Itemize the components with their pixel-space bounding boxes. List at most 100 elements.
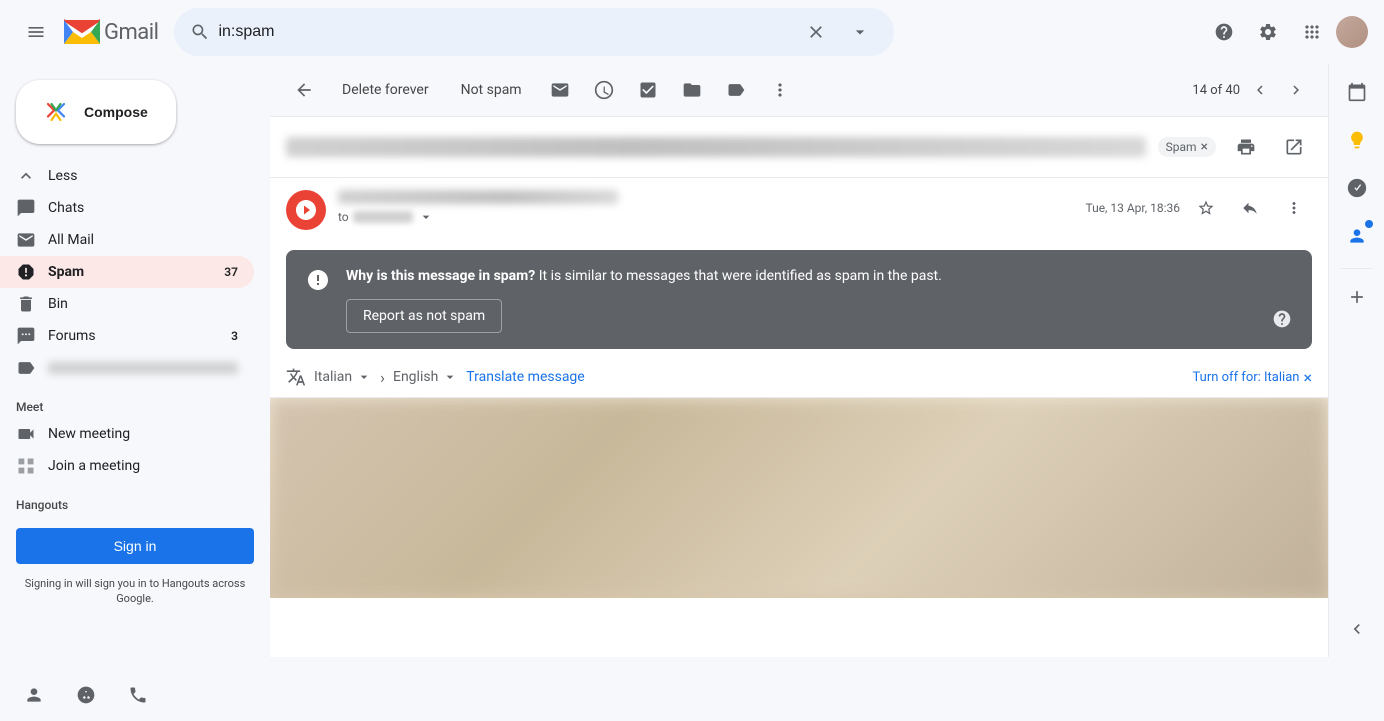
reply-button[interactable] <box>1232 190 1268 226</box>
to-language-label: English <box>393 369 438 385</box>
to-language-button[interactable]: English <box>393 369 458 385</box>
hangouts-section-header: Hangouts <box>0 482 270 516</box>
sender-name-blurred <box>338 190 618 204</box>
next-page-button[interactable] <box>1280 74 1312 106</box>
hangouts-phone-button[interactable] <box>120 677 156 713</box>
email-header-bar: Spam × <box>270 117 1328 178</box>
spam-notice-content: Why is this message in spam? It is simil… <box>346 266 1292 333</box>
sidebar-item-spam[interactable]: Spam 37 <box>0 256 254 288</box>
sidebar-item-label: Forums <box>48 328 219 344</box>
translate-bar: Italian › English Translate message Turn… <box>270 357 1328 398</box>
report-not-spam-button[interactable]: Report as not spam <box>346 299 502 333</box>
right-panel-divider <box>1341 268 1373 269</box>
chevron-up-icon <box>16 166 36 186</box>
sidebar-item-label: Chats <box>48 200 238 216</box>
from-language-button[interactable]: Italian <box>314 369 372 385</box>
spam-help-button[interactable] <box>1268 305 1296 333</box>
sidebar-item-label: Less <box>48 168 238 184</box>
sender-info: to <box>338 190 1073 226</box>
email-toolbar: Delete forever Not spam 14 of 40 <box>270 64 1328 117</box>
email-icon-button[interactable] <box>542 72 578 108</box>
main-area: Delete forever Not spam 14 of 40 <box>270 64 1328 657</box>
turn-off-close-button[interactable]: × <box>1303 368 1312 387</box>
to-label: to <box>338 210 349 224</box>
search-clear-button[interactable] <box>798 14 834 50</box>
grid-icon <box>16 456 36 476</box>
gmail-logo: Gmail <box>64 14 158 50</box>
hangouts-smiley-button[interactable] <box>68 677 104 713</box>
sidebar-item-less[interactable]: Less <box>0 160 254 192</box>
forums-count-badge: 3 <box>231 329 238 343</box>
search-input[interactable] <box>218 23 790 41</box>
hangouts-contacts-button[interactable] <box>16 677 52 713</box>
sidebar-item-join-meeting[interactable]: Join a meeting <box>0 450 254 482</box>
expand-panel-button[interactable] <box>1337 609 1377 649</box>
sidebar: Compose Less Chats All Mail Spam 37 Bin <box>0 64 270 721</box>
spam-notice: Why is this message in spam? It is simil… <box>286 250 1312 349</box>
snooze-button[interactable] <box>586 72 622 108</box>
spam-notice-title: Why is this message in spam? It is simil… <box>346 266 1292 287</box>
back-button[interactable] <box>286 72 322 108</box>
sidebar-item-label: All Mail <box>48 232 238 248</box>
keep-panel-button[interactable] <box>1337 120 1377 160</box>
delete-forever-button[interactable]: Delete forever <box>330 76 441 104</box>
sidebar-item-blurred[interactable] <box>0 352 254 384</box>
sidebar-item-chats[interactable]: Chats <box>0 192 254 224</box>
add-panel-button[interactable] <box>1341 281 1373 313</box>
topbar: Gmail <box>0 0 1384 64</box>
sidebar-item-bin[interactable]: Bin <box>0 288 254 320</box>
hangouts-signin-text: Signing in will sign you in to Hangouts … <box>0 576 270 607</box>
task-button[interactable] <box>630 72 666 108</box>
sidebar-item-all-mail[interactable]: All Mail <box>0 224 254 256</box>
recipient-expand-button[interactable] <box>417 208 435 226</box>
compose-plus-icon <box>40 96 72 128</box>
email-content: Spam × to <box>270 117 1328 657</box>
sign-in-button[interactable]: Sign in <box>16 528 254 564</box>
help-button[interactable] <box>1204 12 1244 52</box>
translate-message-button[interactable]: Translate message <box>466 369 584 385</box>
sidebar-item-new-meeting[interactable]: New meeting <box>0 418 254 450</box>
contacts-panel-button[interactable] <box>1337 216 1377 256</box>
video-icon <box>16 424 36 444</box>
spam-badge-remove[interactable]: × <box>1201 139 1208 155</box>
apps-button[interactable] <box>1292 12 1332 52</box>
folder-button[interactable] <box>674 72 710 108</box>
settings-button[interactable] <box>1248 12 1288 52</box>
recipient-blurred <box>353 211 413 223</box>
star-button[interactable] <box>1188 190 1224 226</box>
chat-icon <box>16 198 36 218</box>
avatar[interactable] <box>1336 16 1368 48</box>
turn-off-label[interactable]: Turn off for: Italian <box>1193 370 1300 385</box>
spam-notice-bold: Why is this message in spam? <box>346 268 535 284</box>
email-body <box>270 398 1328 598</box>
more-email-button[interactable] <box>1276 190 1312 226</box>
print-button[interactable] <box>1228 129 1264 165</box>
sidebar-item-forums[interactable]: Forums 3 <box>0 320 254 352</box>
trash-icon <box>16 294 36 314</box>
gmail-text: Gmail <box>104 20 158 45</box>
hamburger-button[interactable] <box>16 12 56 52</box>
topbar-actions <box>1204 12 1368 52</box>
search-bar <box>174 8 894 56</box>
sender-to-row: to <box>338 208 1073 226</box>
email-date: Tue, 13 Apr, 18:36 <box>1085 201 1180 215</box>
sidebar-item-label: Spam <box>48 264 212 280</box>
translate-arrow: › <box>380 368 385 387</box>
new-window-button[interactable] <box>1276 129 1312 165</box>
email-body-content <box>270 398 1328 598</box>
spam-badge-label: Spam <box>1166 140 1197 154</box>
compose-button[interactable]: Compose <box>16 80 176 144</box>
spam-badge: Spam × <box>1158 137 1216 157</box>
label-button[interactable] <box>718 72 754 108</box>
not-spam-button[interactable]: Not spam <box>449 76 534 104</box>
more-button[interactable] <box>762 72 798 108</box>
search-options-button[interactable] <box>842 14 878 50</box>
contacts-badge <box>1365 220 1373 228</box>
forum-icon <box>16 326 36 346</box>
email-sender-row: to Tue, 13 Apr, 18:36 <box>270 178 1328 242</box>
calendar-panel-button[interactable] <box>1337 72 1377 112</box>
search-icon <box>190 22 210 42</box>
tasks-panel-button[interactable] <box>1337 168 1377 208</box>
spam-count-badge: 37 <box>224 265 238 279</box>
prev-page-button[interactable] <box>1244 74 1276 106</box>
